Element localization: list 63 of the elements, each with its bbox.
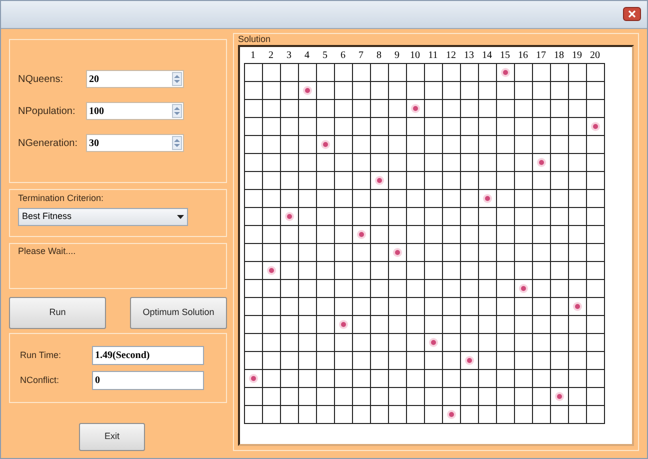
spin-field[interactable]: 20 <box>86 70 184 88</box>
queen-marker <box>413 106 418 111</box>
queen-marker <box>359 232 364 237</box>
queen-marker <box>377 178 382 183</box>
caret-icon <box>177 215 184 219</box>
field-label: NQueens: <box>18 72 64 86</box>
column-number: 6 <box>340 49 346 63</box>
field-label: NGeneration: <box>18 136 78 150</box>
column-number: 5 <box>322 49 328 63</box>
column-number: 8 <box>376 49 382 63</box>
queen-marker <box>539 160 544 165</box>
column-number: 19 <box>571 49 583 63</box>
queen-marker <box>305 88 310 93</box>
column-number: 14 <box>481 49 493 63</box>
column-number: 2 <box>268 49 274 63</box>
run-button[interactable]: Run <box>9 297 106 329</box>
queen-marker <box>593 124 598 129</box>
column-number: 12 <box>445 49 457 63</box>
queen-marker <box>287 214 292 219</box>
group-legend: Termination Criterion: <box>18 192 218 204</box>
column-number: 16 <box>517 49 529 63</box>
queen-marker <box>269 268 274 273</box>
column-number: 7 <box>358 49 364 63</box>
queen-marker <box>395 250 400 255</box>
column-number: 10 <box>409 49 421 63</box>
text-field[interactable]: 0 <box>92 371 204 390</box>
group-legend: Please Wait.... <box>18 245 218 257</box>
dropdown[interactable]: Best Fitness <box>18 208 188 226</box>
queen-marker <box>521 286 526 291</box>
queen-marker <box>323 142 328 147</box>
column-number: 18 <box>553 49 565 63</box>
field-label: NConflict: <box>20 374 60 387</box>
queen-marker <box>467 358 472 363</box>
column-number: 15 <box>499 49 511 63</box>
queen-marker <box>503 70 508 75</box>
spinner-icon <box>174 74 180 84</box>
queen-marker <box>575 304 580 309</box>
close-button[interactable] <box>623 7 641 21</box>
spinner-icon <box>174 106 180 116</box>
column-number: 17 <box>535 49 547 63</box>
column-number: 11 <box>427 49 439 63</box>
column-number: 9 <box>394 49 400 63</box>
spinner-icon <box>174 138 180 148</box>
column-number: 4 <box>304 49 310 63</box>
column-number: 20 <box>589 49 601 63</box>
close-icon <box>628 10 636 18</box>
queen-marker <box>251 376 256 381</box>
group-legend: Solution <box>238 34 634 45</box>
field-label: Run Time: <box>20 348 62 362</box>
exit-button[interactable]: Exit <box>79 423 145 451</box>
column-number: 1 <box>250 49 256 63</box>
spin-field[interactable]: 100 <box>86 102 184 120</box>
queen-marker <box>449 412 454 417</box>
queen-marker <box>341 322 346 327</box>
spin-field[interactable]: 30 <box>86 134 184 152</box>
optimum-solution-button[interactable]: Optimum Solution <box>130 297 227 329</box>
queen-marker <box>485 196 490 201</box>
text-field[interactable]: 1.49(Second) <box>92 346 204 365</box>
column-number: 13 <box>463 49 475 63</box>
field-label: NPopulation: <box>18 104 76 118</box>
column-number: 3 <box>286 49 292 63</box>
queen-marker <box>431 340 436 345</box>
queen-marker <box>557 394 562 399</box>
